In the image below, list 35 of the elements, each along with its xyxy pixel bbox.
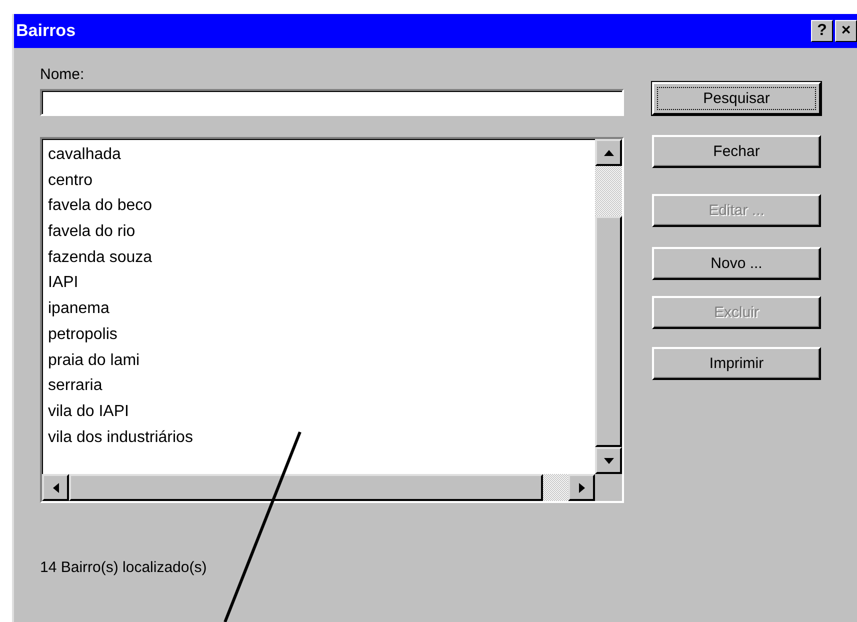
help-button[interactable]: ? [811, 20, 833, 42]
scroll-right-button[interactable] [568, 474, 595, 501]
dialog-button[interactable]: Imprimir [652, 347, 821, 380]
scroll-thumb[interactable] [595, 216, 622, 447]
close-button[interactable]: × [835, 20, 857, 42]
name-label: Nome: [40, 66, 86, 83]
dialog-button[interactable]: Pesquisar [652, 82, 821, 115]
neighborhood-list[interactable]: cavalhada centro favela do beco favela do rio fazenda souza IAPI ipanema petropolis praia do lami serraria vila do IAPI vila dos industriários [40, 137, 624, 503]
name-input-field[interactable] [40, 89, 624, 116]
list-item[interactable]: fazenda souza [48, 244, 589, 270]
list-item[interactable]: centro [48, 168, 589, 194]
list-item[interactable]: vila dos industriários [48, 424, 589, 450]
list-item[interactable]: cavalhada [48, 142, 589, 168]
list-item[interactable]: ipanema [48, 296, 589, 322]
scroll-up-arrow-icon [604, 150, 614, 156]
dialog-button[interactable]: Novo ... [652, 247, 821, 280]
list-item[interactable]: vila do IAPI [48, 398, 589, 425]
scroll-left-arrow-icon [52, 482, 58, 492]
scroll-up-button[interactable] [595, 139, 622, 166]
list-item[interactable]: IAPI [48, 270, 589, 296]
scroll-down-arrow-icon [604, 458, 614, 464]
window-title: Bairros [16, 21, 77, 41]
scroll-down-button[interactable] [595, 447, 622, 474]
status-text: 14 Bairro(s) localizado(s) [40, 559, 208, 576]
scroll-track[interactable] [543, 474, 568, 501]
scroll-right-arrow-icon [578, 482, 584, 492]
list-item[interactable]: favela do beco [48, 193, 589, 220]
scroll-left-button[interactable] [42, 474, 69, 501]
list-item[interactable]: petropolis [48, 322, 589, 348]
dialog-button[interactable]: Fechar [652, 135, 821, 168]
list-item[interactable]: praia do lami [48, 348, 589, 374]
list-item[interactable]: favela do rio [48, 219, 589, 245]
list-item[interactable]: serraria [48, 373, 589, 399]
vertical-scrollbar[interactable] [595, 139, 622, 474]
scrollbar-corner [595, 474, 622, 501]
